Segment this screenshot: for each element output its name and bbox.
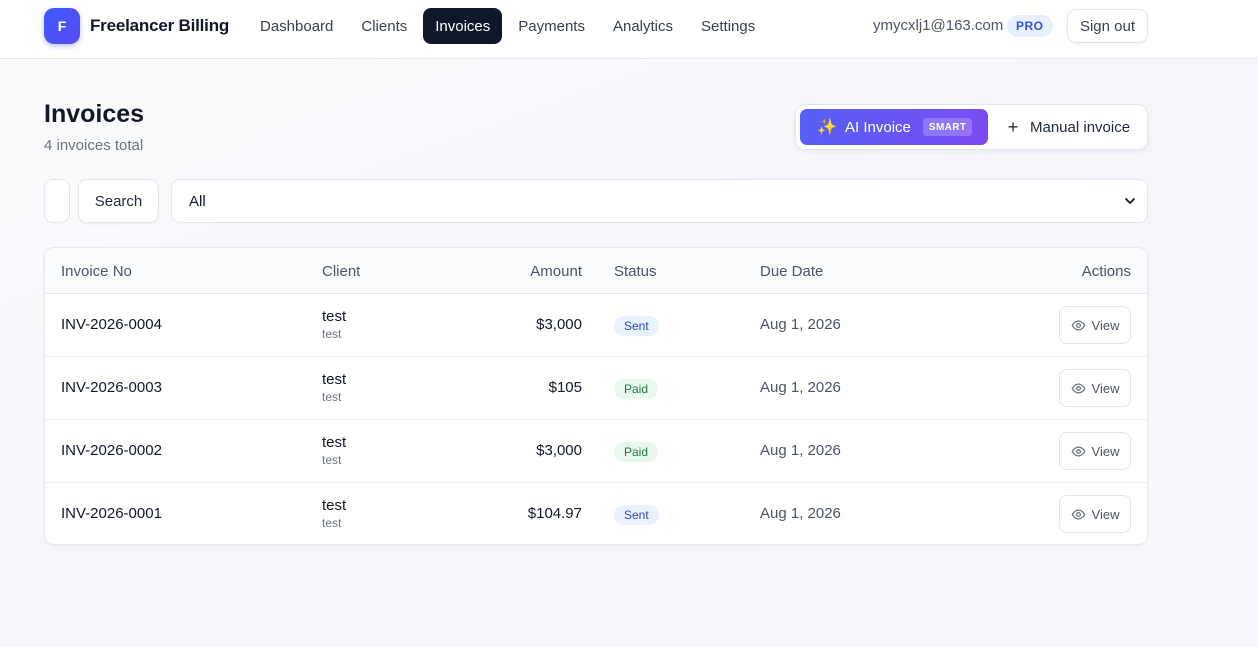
client-cell: test test <box>322 371 346 405</box>
due-date: Aug 1, 2026 <box>760 442 841 459</box>
client-company: test <box>322 390 342 404</box>
smart-badge: SMART <box>922 118 973 136</box>
nav-item-dashboard[interactable]: Dashboard <box>248 8 345 44</box>
invoice-amount: $104.97 <box>527 505 582 522</box>
ai-invoice-label: AI Invoice <box>845 118 911 136</box>
table-row[interactable]: INV-2026-0002 test test $3,000 Paid Aug … <box>45 420 1147 483</box>
eye-icon <box>1071 382 1085 394</box>
search-input[interactable] <box>44 179 70 223</box>
due-date: Aug 1, 2026 <box>760 316 841 333</box>
ai-invoice-button[interactable]: ✨ AI Invoice SMART <box>800 109 988 145</box>
page-title: Invoices <box>44 100 145 128</box>
column-status: Status <box>614 263 657 280</box>
invoice-number: INV-2026-0003 <box>61 379 162 396</box>
top-navbar: F Freelancer Billing Dashboard Clients I… <box>0 0 1258 59</box>
client-name: test <box>322 371 347 388</box>
plus-icon: + <box>1007 117 1019 137</box>
eye-icon <box>1071 508 1085 520</box>
invoice-number: INV-2026-0004 <box>61 316 162 333</box>
app-logo[interactable]: F <box>44 8 80 44</box>
view-label: View <box>1091 443 1120 459</box>
invoice-amount: $3,000 <box>536 442 582 459</box>
view-label: View <box>1091 506 1120 522</box>
brand-name[interactable]: Freelancer Billing <box>90 16 229 36</box>
view-button[interactable]: View <box>1059 495 1131 533</box>
client-company: test <box>322 453 342 467</box>
invoice-number: INV-2026-0002 <box>61 442 162 459</box>
nav-item-settings[interactable]: Settings <box>689 8 767 44</box>
column-client: Client <box>322 263 361 280</box>
view-button[interactable]: View <box>1059 432 1131 470</box>
nav-item-clients[interactable]: Clients <box>349 8 419 44</box>
nav-item-payments[interactable]: Payments <box>506 8 597 44</box>
status-badge: Sent <box>614 505 659 525</box>
client-company: test <box>322 327 342 341</box>
column-amount: Amount <box>530 263 582 280</box>
client-company: test <box>322 516 342 530</box>
column-invoice-no: Invoice No <box>61 263 132 280</box>
status-filter-value: All <box>189 192 206 210</box>
table-row[interactable]: INV-2026-0004 test test $3,000 Sent Aug … <box>45 294 1147 357</box>
invoices-table: Invoice No Client Amount Status Due Date… <box>44 247 1148 545</box>
due-date: Aug 1, 2026 <box>760 379 841 396</box>
view-button[interactable]: View <box>1059 369 1131 407</box>
eye-icon <box>1071 445 1085 457</box>
status-badge: Sent <box>614 316 659 336</box>
table-row[interactable]: INV-2026-0001 test test $104.97 Sent Aug… <box>45 483 1147 544</box>
table-header: Invoice No Client Amount Status Due Date… <box>45 248 1147 294</box>
table-row[interactable]: INV-2026-0003 test test $105 Paid Aug 1,… <box>45 357 1147 420</box>
plan-badge: PRO <box>1007 15 1053 37</box>
nav-item-analytics[interactable]: Analytics <box>601 8 685 44</box>
search-button[interactable]: Search <box>78 179 159 223</box>
invoice-count: 4 invoices total <box>44 137 144 154</box>
chevron-down-icon <box>1125 198 1135 204</box>
client-name: test <box>322 308 347 325</box>
user-email: ymycxlj1@163.com <box>873 17 1004 34</box>
due-date: Aug 1, 2026 <box>760 505 841 522</box>
client-cell: test test <box>322 434 346 468</box>
main-nav: Dashboard Clients Invoices Payments Anal… <box>248 8 767 44</box>
invoice-amount: $3,000 <box>536 316 582 333</box>
view-label: View <box>1091 317 1120 333</box>
sparkles-icon: ✨ <box>817 119 837 136</box>
column-actions: Actions <box>1081 263 1131 280</box>
client-cell: test test <box>322 497 346 531</box>
client-name: test <box>322 497 347 514</box>
status-badge: Paid <box>614 379 659 399</box>
view-label: View <box>1091 380 1120 396</box>
view-button[interactable]: View <box>1059 306 1131 344</box>
create-invoice-group: ✨ AI Invoice SMART + Manual invoice <box>795 104 1148 150</box>
client-cell: test test <box>322 308 346 342</box>
status-filter-select[interactable]: All <box>171 179 1148 223</box>
manual-invoice-label: Manual invoice <box>1030 118 1131 136</box>
client-name: test <box>322 434 347 451</box>
column-due-date: Due Date <box>760 263 824 280</box>
manual-invoice-button[interactable]: + Manual invoice <box>996 109 1146 145</box>
invoice-number: INV-2026-0001 <box>61 505 162 522</box>
sign-out-button[interactable]: Sign out <box>1067 9 1148 43</box>
status-badge: Paid <box>614 442 659 462</box>
nav-item-invoices[interactable]: Invoices <box>423 8 503 44</box>
eye-icon <box>1071 319 1085 331</box>
invoice-amount: $105 <box>548 379 582 396</box>
